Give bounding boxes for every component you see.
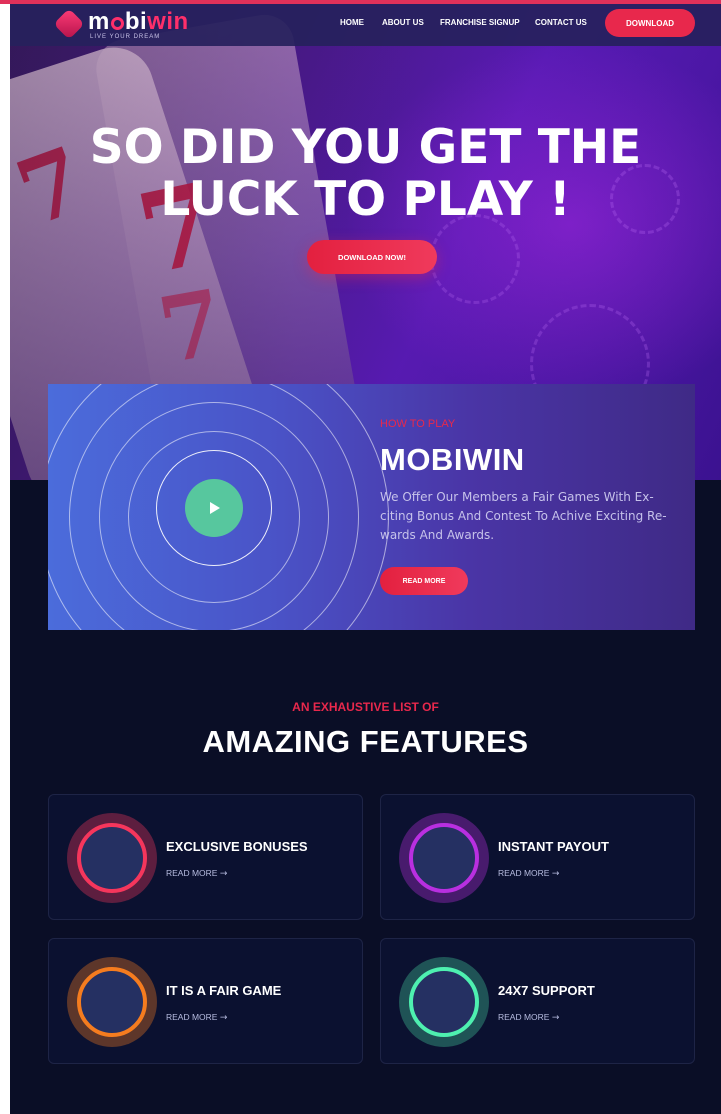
logo-icon bbox=[53, 8, 85, 40]
page-margin bbox=[0, 4, 10, 1114]
howto-kicker: HOW TO PLAY bbox=[380, 418, 456, 430]
howto-title: MOBIWIN bbox=[380, 442, 525, 477]
logo[interactable]: m biwin LIVE YOUR DREAM bbox=[53, 8, 198, 42]
feature-card-title: EXCLUSIVE BONUSES bbox=[166, 839, 308, 854]
hero-title-line: SO DID YOU GET THE bbox=[89, 120, 642, 175]
feature-badge-ring bbox=[77, 967, 147, 1037]
arrow-right-icon: → bbox=[551, 869, 560, 879]
features-kicker: AN EXHAUSTIVE LIST OF bbox=[292, 700, 439, 714]
feature-card-title: IT IS A FAIR GAME bbox=[166, 983, 282, 998]
feature-card-exclusive-bonuses[interactable]: EXCLUSIVE BONUSES READ MORE → bbox=[48, 794, 363, 920]
nav-about-us[interactable]: ABOUT US bbox=[382, 18, 424, 27]
hero-title-line: LUCK TO PLAY ! bbox=[160, 172, 571, 227]
logo-text: m biwin bbox=[88, 8, 189, 35]
feature-badge-icon bbox=[67, 813, 157, 903]
page: 7 7 7 SO DID YOU GET THE LUCK TO PLAY ! … bbox=[10, 4, 721, 1114]
how-to-play-section: HOW TO PLAY MOBIWIN We Offer Our Members… bbox=[48, 384, 695, 630]
arrow-right-icon: → bbox=[551, 1013, 560, 1023]
feature-card-title: INSTANT PAYOUT bbox=[498, 839, 609, 854]
feature-card-title: 24X7 SUPPORT bbox=[498, 983, 595, 998]
nav-download-button[interactable]: DOWNLOAD bbox=[605, 9, 695, 37]
feature-read-more-link[interactable]: READ MORE → bbox=[498, 1012, 559, 1023]
feature-card-fair-game[interactable]: IT IS A FAIR GAME READ MORE → bbox=[48, 938, 363, 1064]
feature-badge-ring bbox=[77, 823, 147, 893]
play-icon bbox=[210, 502, 220, 514]
logo-tagline: LIVE YOUR DREAM bbox=[90, 34, 161, 40]
howto-description: We Offer Our Members a Fair Games With E… bbox=[380, 490, 667, 542]
features-title: AMAZING FEATURES bbox=[202, 724, 529, 759]
arrow-right-icon: → bbox=[219, 869, 228, 879]
feature-badge-icon bbox=[399, 957, 489, 1047]
nav-franchise-signup[interactable]: FRANCHISE SIGNUP bbox=[440, 18, 520, 27]
navbar: m biwin LIVE YOUR DREAM HOME ABOUT US FRA… bbox=[10, 4, 721, 46]
hero-title: SO DID YOU GET THE LUCK TO PLAY ! bbox=[10, 122, 721, 226]
feature-read-more-link[interactable]: READ MORE → bbox=[166, 868, 227, 879]
feature-badge-ring bbox=[409, 823, 479, 893]
download-now-button[interactable]: DOWNLOAD NOW! bbox=[307, 240, 437, 274]
arrow-right-icon: → bbox=[219, 1013, 228, 1023]
feature-badge-ring bbox=[409, 967, 479, 1037]
feature-read-more-link[interactable]: READ MORE → bbox=[498, 868, 559, 879]
play-video-button[interactable] bbox=[185, 479, 243, 537]
nav-contact-us[interactable]: CONTACT US bbox=[535, 18, 587, 27]
feature-badge-icon bbox=[399, 813, 489, 903]
read-more-button[interactable]: READ MORE bbox=[380, 567, 468, 595]
feature-card-instant-payout[interactable]: INSTANT PAYOUT READ MORE → bbox=[380, 794, 695, 920]
nav-home[interactable]: HOME bbox=[340, 18, 364, 27]
feature-badge-icon bbox=[67, 957, 157, 1047]
feature-card-support[interactable]: 24X7 SUPPORT READ MORE → bbox=[380, 938, 695, 1064]
feature-read-more-link[interactable]: READ MORE → bbox=[166, 1012, 227, 1023]
